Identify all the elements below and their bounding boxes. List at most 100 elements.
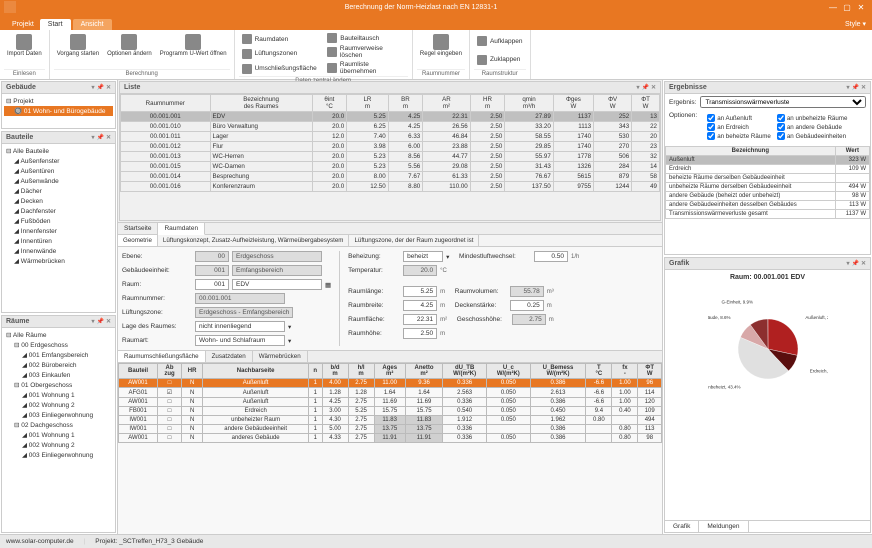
dtab-raumdaten[interactable]: Raumdaten — [158, 223, 205, 235]
tab-start[interactable]: Start — [40, 19, 71, 30]
bauteil-row[interactable]: IW001□Nunbeheizter Raum14.302.7511.8311.… — [119, 416, 662, 425]
raeume-root[interactable]: ⊟ Alle Räume — [4, 330, 113, 340]
chk-erdreich[interactable]: an Erdreich — [707, 123, 771, 131]
zuklappen-button[interactable]: Zuklappen — [474, 54, 526, 66]
raeume-item[interactable]: ◢ 001 Wohnung 1 — [4, 430, 113, 440]
chk-geb-einheiten[interactable]: an Gebäudeeinheiten — [777, 132, 848, 140]
raeume-group[interactable]: ⊟ 01 Obergeschoss — [4, 380, 113, 390]
raumliste-uebernehmen-button[interactable]: Raumliste übernehmen — [324, 60, 408, 76]
tab-ansicht[interactable]: Ansicht — [73, 19, 112, 30]
maximize-button[interactable]: ▢ — [840, 1, 854, 13]
raeume-item[interactable]: ◢ 001 Wohnung 1 — [4, 390, 113, 400]
chk-unbeheizte[interactable]: an unbeheizte Räume — [777, 114, 848, 122]
uwert-button[interactable]: Programm U-Wert öffnen — [157, 32, 230, 69]
tab-projekt[interactable]: Projekt — [6, 19, 40, 30]
style-dropdown[interactable]: Style ▾ — [839, 18, 872, 30]
regel-eingeben-button[interactable]: Regel eingeben — [417, 32, 465, 69]
deckenstaerke-input[interactable]: 0.25 — [510, 300, 544, 311]
raeume-item[interactable]: ◢ 003 Einliegerwohnung — [4, 450, 113, 460]
raumflaeche-input[interactable]: 22.31 — [403, 314, 437, 325]
liste-table[interactable]: RaumnummerBezeichnungdes Raumesθint°CLRm… — [120, 94, 660, 192]
ergebnis-table[interactable]: BezeichnungWertAußenluft323 WErdreich109… — [665, 146, 870, 219]
raumart-select[interactable]: Wohn- und Schlafraum — [195, 335, 285, 346]
liste-row[interactable]: 00.001.015WC-Damen20.05.235.5629.082.503… — [121, 162, 660, 172]
graf-tab-meldungen[interactable]: Meldungen — [699, 521, 748, 532]
subtab-zone[interactable]: Lüftungszone, der der Raum zugeordnet is… — [349, 235, 479, 246]
raumlaenge-input[interactable]: 5.25 — [403, 286, 437, 297]
dtab-startseite[interactable]: Startseite — [118, 223, 158, 234]
bauteile-item[interactable]: ◢ Dachfenster — [4, 206, 113, 216]
umschliessungsflaeche-button[interactable]: Umschließungsfläche — [239, 63, 323, 75]
bauteile-item[interactable]: ◢ Decken — [4, 196, 113, 206]
raeume-group[interactable]: ⊟ 00 Erdgeschoss — [4, 340, 113, 350]
tree-projekt[interactable]: ⊟ Projekt — [4, 96, 113, 106]
raeume-item[interactable]: ◢ 002 Wohnung 2 — [4, 400, 113, 410]
import-daten-button[interactable]: Import Daten — [4, 32, 45, 69]
liste-row[interactable]: 00.001.016Konferenzraum20.012.508.80110.… — [121, 182, 660, 192]
bauteile-item[interactable]: ◢ Fußböden — [4, 216, 113, 226]
liste-row[interactable]: 00.001.011Lager12.07.406.3346.842.5058.5… — [121, 132, 660, 142]
raeume-item[interactable]: ◢ 002 Wohnung 2 — [4, 440, 113, 450]
aufklappen-button[interactable]: Aufklappen — [474, 35, 526, 47]
bauteile-item[interactable]: ◢ Außentüren — [4, 166, 113, 176]
raum-name-input[interactable]: EDV — [232, 279, 322, 290]
btab-umschliessungsflaeche[interactable]: Raumumschließungsfläche — [118, 351, 206, 362]
raumverweise-loeschen-button[interactable]: Raumverweise löschen — [324, 44, 408, 60]
raumhoehe-input[interactable]: 2.50 — [403, 328, 437, 339]
graf-tab-grafik[interactable]: Grafik — [665, 521, 699, 532]
raum-picker-button[interactable]: ▦ — [325, 281, 331, 289]
ergebnis-select[interactable]: Transmissionswärmeverluste — [700, 96, 866, 108]
bauteiltausch-button[interactable]: Bauteiltausch — [324, 32, 408, 44]
raeume-item[interactable]: ◢ 001 Emfangsbereich — [4, 350, 113, 360]
close-button[interactable]: ✕ — [854, 1, 868, 13]
lueftungszonen-button[interactable]: Lüftungszonen — [239, 48, 323, 60]
bauteile-item[interactable]: ◢ Außenwände — [4, 176, 113, 186]
bauteile-item[interactable]: ⊟ Alle Bauteile — [4, 146, 113, 156]
bauteil-table[interactable]: BauteilAbzugHRNachbarseitenb/dmh/lmAgesm… — [118, 363, 662, 443]
panel-pin-icon[interactable]: ▾ — [91, 84, 94, 91]
mlw-input[interactable]: 0.50 — [534, 251, 568, 262]
raeume-item[interactable]: ◢ 003 Einliegerwohnung — [4, 410, 113, 420]
liste-row[interactable]: 00.001.001EDV20.05.254.2522.312.5027.891… — [121, 112, 660, 122]
subtab-lueftung[interactable]: Lüftungskonzept, Zusatz-Aufheizleistung,… — [158, 235, 350, 246]
minimize-button[interactable]: — — [826, 1, 840, 13]
bauteil-row[interactable]: AFG01☑NAußenluft11.281.281.641.642.5630.… — [119, 388, 662, 398]
raumdaten-button[interactable]: Raumdaten — [239, 33, 323, 45]
bauteil-row[interactable]: AW001□NAußenluft14.252.7511.6911.690.336… — [119, 398, 662, 407]
ergebnis-row[interactable]: andere Gebäude (beheizt oder unbeheizt)9… — [666, 192, 870, 201]
chk-beheizte[interactable]: an beheizte Räume — [707, 132, 771, 140]
bauteile-item[interactable]: ◢ Dächer — [4, 186, 113, 196]
lage-select[interactable]: nicht innenliegend — [195, 321, 285, 332]
raum-code-input[interactable]: 001 — [195, 279, 229, 290]
ergebnis-row[interactable]: beheizte Räume derselben Gebäudeeinheit — [666, 174, 870, 183]
bauteil-row[interactable]: AW001□Nanderes Gebäude14.332.7511.9111.9… — [119, 434, 662, 443]
ergebnis-row[interactable]: Außenluft323 W — [666, 156, 870, 165]
tree-building-1[interactable]: 🔘 01 Wohn- und Bürogebäude — [4, 106, 113, 116]
bauteil-row[interactable]: FB001□NErdreich13.005.2515.7515.750.5400… — [119, 407, 662, 416]
bauteile-item[interactable]: ◢ Innenfenster — [4, 226, 113, 236]
subtab-geometrie[interactable]: Geometrie — [118, 235, 158, 246]
ergebnis-row[interactable]: andere Gebäudeeinheiten desselben Gebäud… — [666, 201, 870, 210]
bauteile-item[interactable]: ◢ Wärmebrücken — [4, 256, 113, 266]
raumbreite-input[interactable]: 4.25 — [403, 300, 437, 311]
bauteile-item[interactable]: ◢ Innenwände — [4, 246, 113, 256]
bauteil-row[interactable]: AW001□NAußenluft14.002.7511.009.360.3360… — [119, 379, 662, 388]
bauteile-item[interactable]: ◢ Innentüren — [4, 236, 113, 246]
bauteile-item[interactable]: ◢ Außenfenster — [4, 156, 113, 166]
beheizung-select[interactable]: beheizt — [403, 251, 443, 262]
btab-zusatzdaten[interactable]: Zusatzdaten — [206, 351, 253, 362]
vorgang-starten-button[interactable]: Vorgang starten — [54, 32, 102, 69]
raeume-item[interactable]: ◢ 002 Bürobereich — [4, 360, 113, 370]
panel-close-icon[interactable]: 📌 — [96, 84, 103, 91]
btab-waermebruecken[interactable]: Wärmebrücken — [253, 351, 308, 362]
chk-andere-geb[interactable]: an andere Gebäude — [777, 123, 848, 131]
liste-row[interactable]: 00.001.014Besprechung20.08.007.6761.332.… — [121, 172, 660, 182]
ergebnis-row[interactable]: unbeheizte Räume derselben Gebäudeeinhei… — [666, 183, 870, 192]
liste-row[interactable]: 00.001.013WC-Herren20.05.238.5644.772.50… — [121, 152, 660, 162]
ergebnis-row[interactable]: Transmissionswärmeverluste gesamt1137 W — [666, 210, 870, 219]
chk-aussenluft[interactable]: an Außenluft — [707, 114, 771, 122]
liste-row[interactable]: 00.001.010Büro Verwaltung20.06.254.2526.… — [121, 122, 660, 132]
ergebnis-row[interactable]: Erdreich109 W — [666, 165, 870, 174]
liste-row[interactable]: 00.001.012Flur20.03.986.0023.882.5029.85… — [121, 142, 660, 152]
bauteil-row[interactable]: IW001□Nandere Gebäudeeinheit15.002.7513.… — [119, 425, 662, 434]
